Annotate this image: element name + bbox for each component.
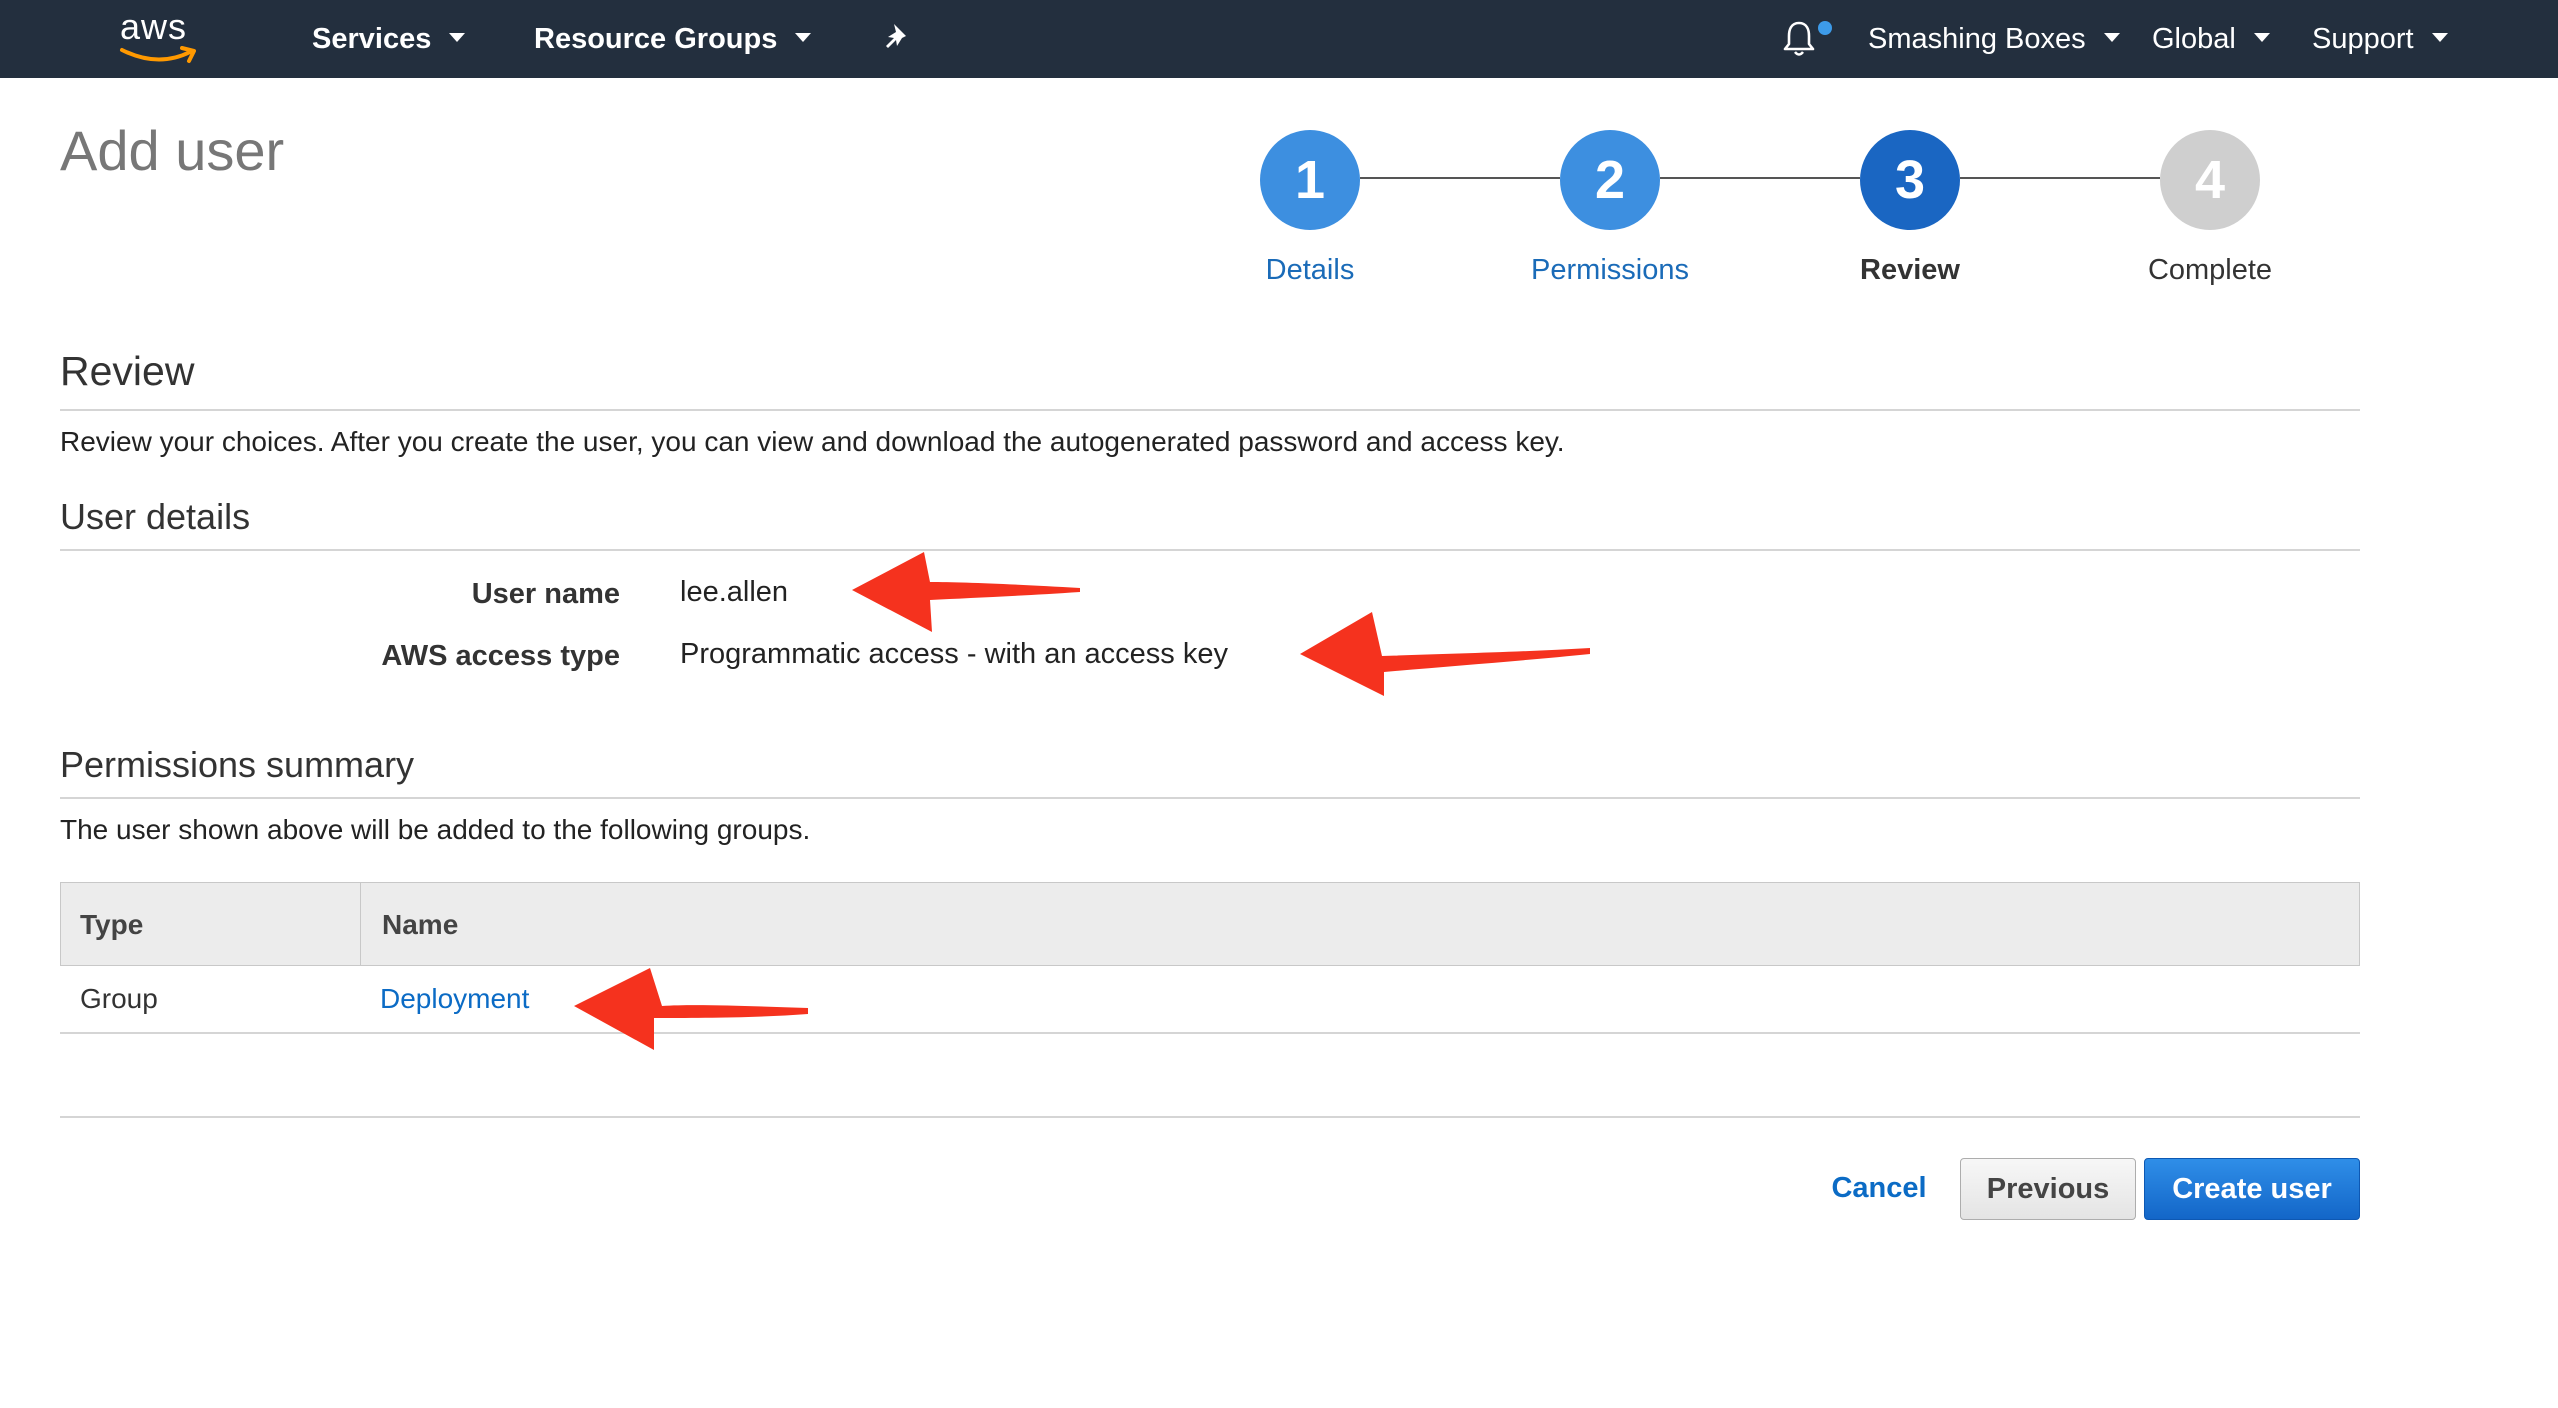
create-user-button[interactable]: Create user <box>2144 1158 2360 1220</box>
username-label: User name <box>471 578 620 610</box>
resource-groups-menu[interactable]: Resource Groups <box>534 0 812 78</box>
column-header-type[interactable]: Type <box>80 882 143 966</box>
support-label: Support <box>2312 23 2414 55</box>
permissions-summary-heading: Permissions summary <box>60 744 415 785</box>
step-3-circle: 3 <box>1860 130 1960 230</box>
chevron-down-icon <box>2103 32 2120 42</box>
step-connector <box>1660 177 1860 179</box>
step-2-circle[interactable]: 2 <box>1560 130 1660 230</box>
group-type-cell: Group <box>80 983 158 1014</box>
step-connector <box>1960 177 2160 179</box>
step-4-label: Complete <box>2147 254 2273 286</box>
divider <box>60 797 2360 799</box>
group-name-link[interactable]: Deployment <box>380 966 529 1032</box>
pin-icon[interactable] <box>880 20 916 56</box>
chevron-down-icon <box>2431 32 2448 42</box>
groups-table: Type Name Group Deployment <box>60 882 2360 1034</box>
access-type-label: AWS access type <box>381 640 620 672</box>
aws-logo[interactable]: aws <box>118 6 204 68</box>
services-label: Services <box>312 23 432 55</box>
previous-button[interactable]: Previous <box>1960 1158 2136 1220</box>
column-header-name[interactable]: Name <box>382 882 458 966</box>
cancel-button[interactable]: Cancel <box>1814 1158 1944 1220</box>
divider <box>60 409 2360 411</box>
resource-groups-label: Resource Groups <box>534 23 778 55</box>
review-heading: Review <box>60 348 195 394</box>
services-menu[interactable]: Services <box>312 0 466 78</box>
aws-logo-text: aws <box>120 6 188 47</box>
chevron-down-icon <box>795 32 812 42</box>
divider <box>60 549 2360 551</box>
account-label: Smashing Boxes <box>1868 23 2086 55</box>
page-title: Add user <box>60 119 285 182</box>
notification-dot <box>1818 21 1832 35</box>
permissions-description: The user shown above will be added to th… <box>60 814 811 845</box>
annotation-arrow <box>574 968 808 1050</box>
step-4-circle: 4 <box>2160 130 2260 230</box>
review-description: Review your choices. After you create th… <box>60 426 1565 457</box>
step-1-circle[interactable]: 1 <box>1260 130 1360 230</box>
region-label: Global <box>2152 23 2236 55</box>
access-type-value: Programmatic access - with an access key <box>680 638 1228 670</box>
support-menu[interactable]: Support <box>2312 0 2448 78</box>
step-1-label[interactable]: Details <box>1180 254 1440 287</box>
step-2-label[interactable]: Permissions <box>1480 254 1740 287</box>
chevron-down-icon <box>2253 32 2270 42</box>
region-menu[interactable]: Global <box>2152 0 2270 78</box>
user-details-heading: User details <box>60 496 251 537</box>
top-navigation-bar: aws Services Resource Groups Smashing Bo… <box>0 0 2558 78</box>
step-connector <box>1360 177 1560 179</box>
account-menu[interactable]: Smashing Boxes <box>1868 0 2120 78</box>
footer-divider <box>60 1116 2360 1118</box>
step-3-label: Review <box>1860 254 1960 286</box>
aws-smile-icon <box>120 46 196 63</box>
table-bottom-border <box>60 1032 2360 1034</box>
annotation-arrow <box>852 552 1080 632</box>
bell-icon[interactable] <box>1780 18 1818 60</box>
column-divider <box>360 882 361 966</box>
username-value: lee.allen <box>680 576 789 608</box>
chevron-down-icon <box>449 32 466 42</box>
annotation-arrow <box>1300 612 1590 696</box>
